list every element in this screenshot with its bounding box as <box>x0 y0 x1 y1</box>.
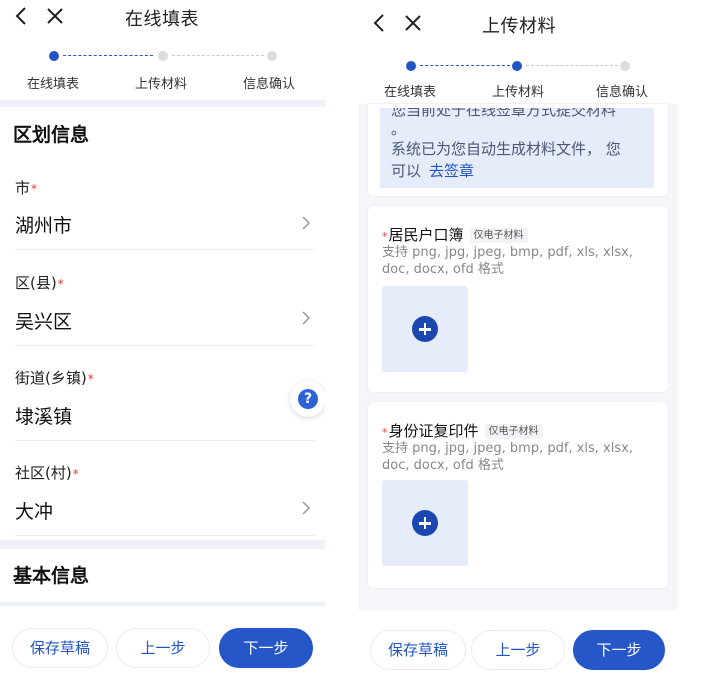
required-mark: * <box>72 467 79 481</box>
question-icon: ? <box>298 389 318 409</box>
material-title: *身份证复印件 仅电子材料 <box>382 420 543 441</box>
step-indicator: 在线填表 上传材料 信息确认 <box>358 44 678 104</box>
step-label-2: 上传材料 <box>492 85 545 100</box>
go-sign-link[interactable]: 去签章 <box>429 162 474 180</box>
back-icon[interactable] <box>12 5 32 27</box>
page-title: 上传材料 <box>482 16 556 37</box>
material-format-hint: 支持 png, jpg, jpeg, bmp, pdf, xls, xlsx, … <box>382 245 633 277</box>
fill-form-screen: 在线填表 在线填表 上传材料 信息确认 区划信息 市* 湖州市 区(县)* 吴兴… <box>0 0 325 686</box>
prev-step-button[interactable]: 上一步 <box>471 630 565 670</box>
electronic-only-tag: 仅电子材料 <box>469 228 528 243</box>
divider <box>15 249 315 250</box>
district-select[interactable]: 吴兴区 <box>15 307 72 334</box>
step-dot-2 <box>512 61 522 71</box>
field-label-street: 街道(乡镇)* <box>15 367 94 388</box>
close-icon[interactable] <box>44 5 66 27</box>
notice-line-2: 。 <box>391 120 407 138</box>
step-label-3: 信息确认 <box>596 85 649 100</box>
electronic-only-tag: 仅电子材料 <box>484 424 543 439</box>
field-label-city: 市* <box>15 177 37 198</box>
material-card: *居民户口簿 仅电子材料 支持 png, jpg, jpeg, bmp, pdf,… <box>368 206 668 392</box>
step-dot-3 <box>267 51 277 61</box>
section-title-region: 区划信息 <box>13 124 90 146</box>
step-line-2 <box>172 55 264 56</box>
close-icon[interactable] <box>402 12 424 34</box>
divider <box>15 440 315 441</box>
chevron-right-icon[interactable] <box>301 216 311 230</box>
step-label-1: 在线填表 <box>27 77 80 92</box>
prev-step-button[interactable]: 上一步 <box>116 628 210 668</box>
step-dot-1 <box>406 61 416 71</box>
notice-text: 可以 <box>391 162 422 180</box>
upload-box-household-register[interactable] <box>382 286 468 372</box>
next-step-button[interactable]: 下一步 <box>219 628 313 668</box>
save-draft-button[interactable]: 保存草稿 <box>370 630 466 670</box>
next-step-button[interactable]: 下一步 <box>573 630 665 670</box>
street-select[interactable]: 埭溪镇 <box>15 402 72 429</box>
notice-line-4: 可以 去签章 <box>391 160 474 181</box>
required-mark: * <box>382 230 388 243</box>
notice-line-1: 您当前处于在线签章方式提交材料 <box>391 108 617 119</box>
field-label-district: 区(县)* <box>15 272 64 293</box>
step-dot-3 <box>620 61 630 71</box>
material-title: *居民户口簿 仅电子材料 <box>382 224 528 245</box>
step-line-2 <box>526 65 618 66</box>
section-gap <box>0 540 325 549</box>
step-label-3: 信息确认 <box>243 77 296 92</box>
field-label-text: 市 <box>15 179 31 197</box>
add-icon <box>412 316 438 342</box>
field-label-text: 街道(乡镇) <box>15 369 87 387</box>
required-mark: * <box>87 372 94 386</box>
back-icon[interactable] <box>370 12 390 34</box>
field-label-text: 区(县) <box>15 274 57 292</box>
field-label-community: 社区(村)* <box>15 462 79 483</box>
step-dot-2 <box>158 51 168 61</box>
bottom-action-bar: 保存草稿 上一步 下一步 <box>358 610 678 686</box>
field-label-text: 社区(村) <box>15 464 72 482</box>
chevron-right-icon[interactable] <box>301 311 311 325</box>
upload-box-id-copy[interactable] <box>382 480 468 566</box>
section-gap <box>0 100 325 107</box>
required-mark: * <box>57 277 64 291</box>
required-mark: * <box>382 426 388 439</box>
signature-notice: 您当前处于在线签章方式提交材料 。 系统已为您自动生成材料文件， 您 可以 去签章 <box>380 108 654 188</box>
community-select[interactable]: 大冲 <box>15 497 53 524</box>
step-line-1 <box>420 65 510 66</box>
page-title: 在线填表 <box>125 9 199 30</box>
city-select[interactable]: 湖州市 <box>15 211 72 238</box>
add-icon <box>412 510 438 536</box>
step-label-1: 在线填表 <box>384 85 437 100</box>
nav-bar: 上传材料 <box>358 0 678 44</box>
section-title-basic: 基本信息 <box>13 565 90 587</box>
bottom-action-bar: 保存草稿 上一步 下一步 <box>0 606 325 686</box>
material-name: 身份证复印件 <box>388 422 479 440</box>
step-label-2: 上传材料 <box>135 77 188 92</box>
divider <box>15 535 315 536</box>
step-indicator: 在线填表 上传材料 信息确认 <box>0 36 325 100</box>
material-format-hint: 支持 png, jpg, jpeg, bmp, pdf, xls, xlsx, … <box>382 441 633 473</box>
step-line-1 <box>63 55 153 56</box>
step-dot-1 <box>49 51 59 61</box>
material-card: *身份证复印件 仅电子材料 支持 png, jpg, jpeg, bmp, pdf… <box>368 402 668 588</box>
upload-materials-screen: 上传材料 在线填表 上传材料 信息确认 您当前处于在线签章方式提交材料 。 系统… <box>358 0 678 686</box>
chevron-right-icon[interactable] <box>301 501 311 515</box>
material-name: 居民户口簿 <box>388 226 464 244</box>
notice-line-3: 系统已为您自动生成材料文件， 您 <box>391 140 621 158</box>
required-mark: * <box>31 182 38 196</box>
nav-bar: 在线填表 <box>0 0 325 34</box>
save-draft-button[interactable]: 保存草稿 <box>12 628 108 668</box>
help-button[interactable]: ? <box>290 381 325 417</box>
divider <box>15 345 315 346</box>
